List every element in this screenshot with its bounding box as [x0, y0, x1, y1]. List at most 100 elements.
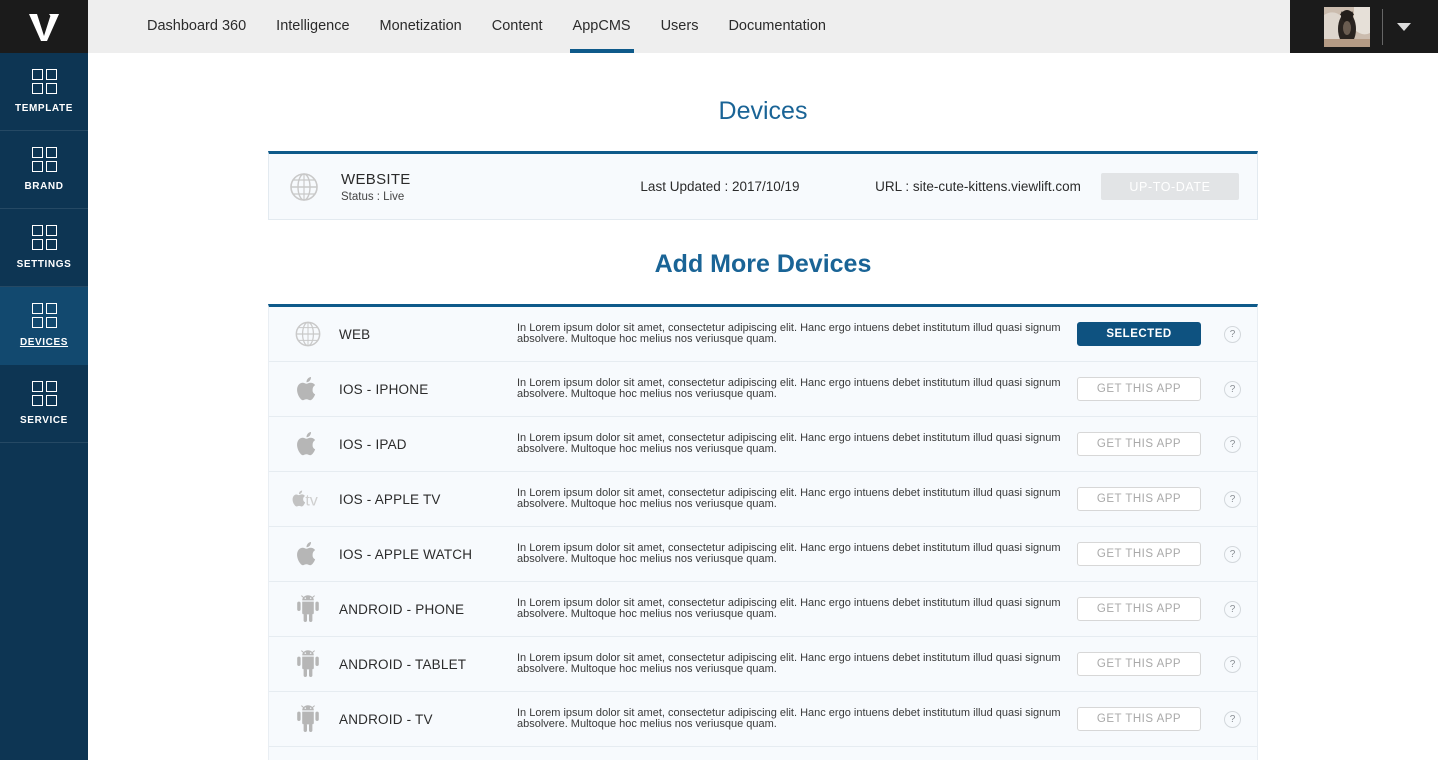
- grid-icon: [31, 225, 57, 250]
- nav-item-users[interactable]: Users: [646, 0, 714, 53]
- get-this-app-button[interactable]: GET THIS APP: [1077, 707, 1201, 731]
- main-content: Devices WEBSITE Status : Live Last Updat…: [88, 53, 1438, 760]
- globe-icon: [290, 172, 318, 201]
- apple-icon: [291, 375, 325, 403]
- help-icon[interactable]: ?: [1224, 380, 1241, 398]
- device-name: ANDROID - TABLET: [339, 656, 467, 672]
- main-nav: Dashboard 360 Intelligence Monetization Con…: [88, 0, 1290, 53]
- sidebar-item-label: SERVICE: [20, 415, 68, 426]
- sidebar-item-label: BRAND: [24, 181, 64, 192]
- apple-icon: [297, 377, 316, 401]
- apple-tv-icon: tv: [291, 488, 325, 510]
- get-this-app-button[interactable]: GET THIS APP: [1077, 377, 1201, 401]
- website-last-updated: Last Updated : 2017/10/19: [640, 179, 800, 194]
- website-status: Status : Live: [341, 190, 405, 203]
- nav-item-documentation[interactable]: Documentation: [713, 0, 841, 53]
- page-title: Devices: [718, 97, 808, 125]
- device-name: ANDROID - TV: [339, 711, 433, 727]
- sidebar: TEMPLATE BRAND SETTINGS DEVICES SERVICE: [0, 53, 88, 760]
- android-icon: [291, 650, 325, 678]
- sidebar-item-brand[interactable]: BRAND: [0, 131, 88, 209]
- section-title: Add More Devices: [654, 250, 872, 278]
- help-icon[interactable]: ?: [1224, 325, 1241, 343]
- get-this-app-button[interactable]: GET THIS APP: [1077, 432, 1201, 456]
- device-name: WEB: [339, 326, 371, 342]
- website-meta: WEBSITE Status : Live: [341, 171, 585, 203]
- help-icon[interactable]: ?: [1224, 435, 1241, 453]
- android-icon: [291, 705, 325, 733]
- device-description: In Lorem ipsum dolor sit amet, consectet…: [517, 431, 1061, 455]
- apple-icon: [297, 432, 316, 456]
- device-row: IOS - APPLE WATCH In Lorem ipsum dolor si…: [269, 527, 1257, 582]
- device-description: In Lorem ipsum dolor sit amet, consectet…: [517, 376, 1061, 400]
- app-logo[interactable]: [0, 0, 88, 53]
- up-to-date-button[interactable]: UP-TO-DATE: [1101, 173, 1239, 200]
- grid-icon: [31, 147, 57, 172]
- help-icon[interactable]: ?: [1224, 600, 1241, 618]
- sidebar-item-settings[interactable]: SETTINGS: [0, 209, 88, 287]
- nav-item-intelligence[interactable]: Intelligence: [261, 0, 364, 53]
- avatar-photo-icon: [1324, 6, 1370, 47]
- get-this-app-button[interactable]: GET THIS APP: [1077, 542, 1201, 566]
- android-icon: [297, 705, 319, 732]
- user-area: [1290, 0, 1438, 53]
- device-row: IOS - IPHONE In Lorem ipsum dolor sit ame…: [269, 362, 1257, 417]
- device-row: ANDROID - TV In Lorem ipsum dolor sit ame…: [269, 692, 1257, 747]
- grid-icon: [31, 381, 57, 406]
- viewlift-logo-icon: [29, 13, 59, 41]
- get-this-app-button[interactable]: GET THIS APP: [1077, 597, 1201, 621]
- device-description: In Lorem ipsum dolor sit amet, consectet…: [517, 651, 1061, 675]
- device-description: In Lorem ipsum dolor sit amet, consectet…: [517, 706, 1061, 730]
- grid-icon: [31, 69, 57, 94]
- help-icon[interactable]: ?: [1224, 655, 1241, 673]
- website-card: WEBSITE Status : Live Last Updated : 201…: [268, 151, 1258, 220]
- nav-item-content[interactable]: Content: [477, 0, 558, 53]
- device-name: ANDROID - PHONE: [339, 601, 465, 617]
- help-icon[interactable]: ?: [1224, 545, 1241, 563]
- device-name: IOS - APPLE TV: [339, 491, 441, 507]
- device-row: IOS - IPAD In Lorem ipsum dolor sit amet,…: [269, 417, 1257, 472]
- device-name: IOS - IPAD: [339, 436, 407, 452]
- apple-icon: [291, 430, 325, 458]
- device-row: ANDROID - PHONE In Lorem ipsum dolor sit …: [269, 582, 1257, 637]
- nav-item-monetization[interactable]: Monetization: [365, 0, 477, 53]
- grid-icon: [31, 303, 57, 328]
- device-row: tv IOS - APPLE TV In Lorem ipsum dolor sit…: [269, 472, 1257, 527]
- get-this-app-button[interactable]: GET THIS APP: [1077, 487, 1201, 511]
- device-row: ANDROID - WEARIn Lorem ipsum dolor sit a…: [269, 747, 1257, 760]
- sidebar-item-service[interactable]: SERVICE: [0, 365, 88, 443]
- sidebar-item-devices[interactable]: DEVICES: [0, 287, 88, 365]
- android-icon: [297, 595, 319, 622]
- selected-button[interactable]: SELECTED: [1077, 322, 1201, 346]
- android-icon: [291, 595, 325, 623]
- device-name: IOS - APPLE WATCH: [339, 546, 473, 562]
- sidebar-item-label: DEVICES: [19, 337, 69, 348]
- apple-icon: [291, 540, 325, 568]
- website-url: URL : site-cute-kittens.viewlift.com: [875, 179, 1081, 194]
- device-name: IOS - IPHONE: [339, 381, 429, 397]
- get-this-app-button[interactable]: GET THIS APP: [1077, 652, 1201, 676]
- device-description: In Lorem ipsum dolor sit amet, consectet…: [517, 486, 1061, 510]
- globe-icon: [295, 321, 321, 347]
- website-name: WEBSITE: [341, 170, 411, 188]
- user-divider: [1382, 8, 1383, 45]
- apple-icon: [297, 542, 316, 566]
- help-icon[interactable]: ?: [1224, 490, 1241, 508]
- svg-text:tv: tv: [305, 491, 318, 509]
- device-description: In Lorem ipsum dolor sit amet, consectet…: [517, 596, 1061, 620]
- device-description: In Lorem ipsum dolor sit amet, consectet…: [517, 541, 1061, 565]
- sidebar-item-label: TEMPLATE: [15, 103, 73, 114]
- sidebar-item-template[interactable]: TEMPLATE: [0, 53, 88, 131]
- device-row: WEB In Lorem ipsum dolor sit amet, consec…: [269, 307, 1257, 362]
- help-icon[interactable]: ?: [1224, 710, 1241, 728]
- nav-item-dashboard-360[interactable]: Dashboard 360: [132, 0, 261, 53]
- sidebar-item-label: SETTINGS: [16, 259, 72, 270]
- android-icon: [297, 650, 319, 677]
- device-list: WEB In Lorem ipsum dolor sit amet, consec…: [268, 304, 1258, 760]
- device-description: In Lorem ipsum dolor sit amet, consectet…: [517, 321, 1061, 345]
- device-row: ANDROID - TABLET In Lorem ipsum dolor sit…: [269, 637, 1257, 692]
- apple-tv-icon: tv: [292, 490, 318, 509]
- avatar[interactable]: [1324, 6, 1370, 47]
- chevron-down-icon[interactable]: [1397, 22, 1411, 31]
- nav-item-appcms[interactable]: AppCMS: [558, 0, 646, 53]
